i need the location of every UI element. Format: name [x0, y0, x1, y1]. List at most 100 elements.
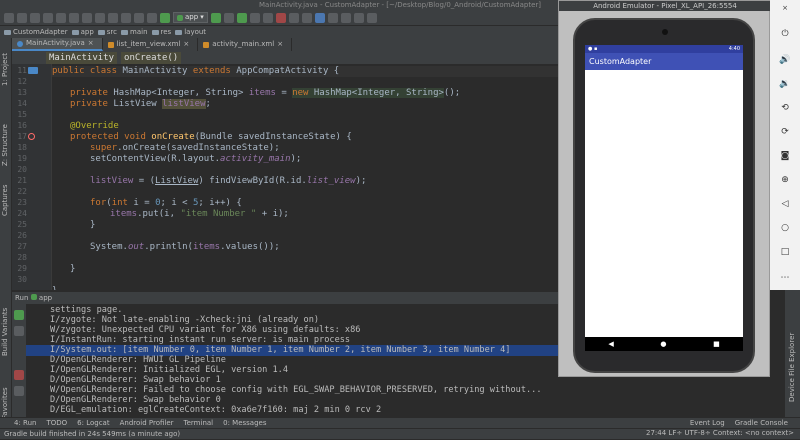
class-gutter-icon[interactable] — [28, 67, 38, 74]
rotate-left-icon[interactable]: ⟲ — [779, 102, 791, 114]
device-screen[interactable]: ● ▪ 4:40 CustomAdapter — [585, 45, 743, 337]
left-tool-strip: 1: Project Z: Structure Captures Build V… — [0, 38, 12, 429]
undo-icon[interactable] — [43, 12, 53, 23]
code-line-16: @Override — [70, 121, 119, 131]
line-number: 19 — [17, 154, 27, 163]
tab-gradle-console[interactable]: Gradle Console — [735, 419, 788, 427]
rerun-icon[interactable] — [14, 310, 24, 320]
help-icon[interactable] — [366, 12, 377, 23]
folder-icon — [121, 29, 129, 35]
home-icon[interactable]: ● — [660, 340, 666, 348]
apply-changes-icon[interactable] — [223, 12, 234, 23]
close-icon[interactable]: × — [277, 38, 283, 51]
folder-icon — [71, 29, 79, 35]
profile-icon[interactable] — [249, 12, 260, 23]
tab-list-item-view[interactable]: list_item_view.xml × — [103, 38, 199, 51]
help-icon[interactable] — [14, 386, 24, 396]
tab-run[interactable]: 4: Run — [14, 419, 36, 427]
line-number: 15 — [17, 110, 27, 119]
line-number: 28 — [17, 253, 27, 262]
search-icon[interactable] — [353, 12, 364, 23]
close-icon[interactable]: × — [779, 2, 791, 14]
close-icon[interactable]: × — [183, 38, 189, 51]
stop-icon[interactable] — [275, 12, 286, 23]
android-nav-bar: ◀ ● ■ — [585, 337, 743, 351]
save-icon[interactable] — [17, 12, 27, 23]
make-project-icon[interactable] — [160, 12, 170, 23]
tab-event-log[interactable]: Event Log — [690, 419, 725, 427]
tab-terminal[interactable]: Terminal — [184, 419, 214, 427]
open-folder-icon[interactable] — [4, 12, 14, 23]
code-line-27: System.out.println(items.values()); — [90, 242, 280, 252]
project-structure-icon[interactable] — [340, 12, 351, 23]
line-number: 20 — [17, 165, 27, 174]
close-icon[interactable]: × — [88, 37, 94, 50]
app-toolbar-title: CustomAdapter — [585, 53, 743, 70]
breadcrumb-method[interactable]: onCreate() — [121, 51, 182, 64]
console-line: D/EGL_emulation: eglCreateContext: 0xa6e… — [50, 405, 382, 415]
code-line-11: public class MainActivity extends AppCom… — [52, 66, 558, 77]
tab-messages[interactable]: 0: Messages — [223, 419, 266, 427]
stop-icon[interactable] — [14, 370, 24, 380]
back-icon[interactable] — [134, 12, 144, 23]
power-icon[interactable]: ⏻ — [779, 28, 791, 40]
cut-icon[interactable] — [69, 12, 79, 23]
scroll-to-end-icon[interactable] — [14, 326, 24, 336]
run-icon[interactable] — [210, 12, 221, 23]
redo-icon[interactable] — [56, 12, 66, 23]
zoom-icon[interactable]: ⊕ — [779, 174, 791, 186]
nav-item-project[interactable]: CustomAdapter — [4, 28, 68, 36]
copy-icon[interactable] — [82, 12, 92, 23]
tab-todo[interactable]: TODO — [46, 419, 67, 427]
structure-tool-tab[interactable]: Z: Structure — [1, 124, 9, 166]
line-number: 16 — [17, 121, 27, 130]
tab-activity-main[interactable]: activity_main.xml × — [198, 38, 293, 51]
code-editor[interactable]: public class MainActivity extends AppCom… — [52, 64, 558, 290]
rotate-right-icon[interactable]: ⟳ — [779, 126, 791, 138]
override-gutter-icon[interactable] — [28, 133, 35, 140]
nav-item-main[interactable]: main — [121, 28, 148, 36]
recents-icon[interactable]: ■ — [713, 340, 720, 348]
overview-icon[interactable]: □ — [779, 246, 791, 258]
back-icon[interactable]: ◀ — [608, 340, 613, 348]
sync-gradle-icon[interactable] — [288, 12, 299, 23]
code-line-24: items.put(i, "item Number " + i); — [110, 209, 289, 219]
device-monitor-icon[interactable] — [327, 12, 338, 23]
home-icon[interactable]: ○ — [779, 222, 791, 234]
run-config-selector[interactable]: app ▾ — [173, 12, 208, 23]
nav-item-res[interactable]: res — [151, 28, 171, 36]
sdk-manager-icon[interactable] — [314, 12, 325, 23]
avd-manager-icon[interactable] — [301, 12, 312, 23]
nav-item-src[interactable]: src — [97, 28, 117, 36]
tab-logcat[interactable]: 6: Logcat — [77, 419, 109, 427]
tab-android-profiler[interactable]: Android Profiler — [120, 419, 174, 427]
device-file-explorer-tab[interactable]: Device File Explorer — [788, 333, 796, 402]
captures-tool-tab[interactable]: Captures — [1, 185, 9, 216]
code-line-19: setContentView(R.layout.activity_main); — [90, 154, 302, 164]
back-icon[interactable]: ◁ — [779, 198, 791, 210]
nav-item-app[interactable]: app — [71, 28, 94, 36]
android-studio-window: MainActivity.java - CustomAdapter - [~/D… — [0, 0, 800, 439]
project-tool-tab[interactable]: 1: Project — [1, 53, 9, 86]
tab-main-activity[interactable]: MainActivity.java × — [12, 38, 103, 51]
paste-icon[interactable] — [95, 12, 105, 23]
replace-icon[interactable] — [121, 12, 131, 23]
screenshot-icon[interactable]: ◙ — [779, 150, 791, 162]
run-console[interactable]: settings page. I/zygote: Not late-enabli… — [26, 304, 558, 417]
sync-icon[interactable] — [30, 12, 40, 23]
volume-down-icon[interactable]: 🔉 — [779, 78, 791, 90]
line-number: 14 — [17, 99, 27, 108]
find-icon[interactable] — [108, 12, 118, 23]
debug-icon[interactable] — [236, 12, 247, 23]
breadcrumb-class[interactable]: MainActivity — [46, 51, 118, 64]
code-line-25: } — [90, 220, 96, 230]
volume-up-icon[interactable]: 🔊 — [779, 54, 791, 66]
code-line-31: } — [52, 286, 57, 290]
nav-item-layout[interactable]: layout — [175, 28, 206, 36]
forward-icon[interactable] — [147, 12, 157, 23]
build-variants-tool-tab[interactable]: Build Variants — [1, 308, 9, 356]
more-icon[interactable]: ⋯ — [779, 272, 791, 284]
folder-icon — [175, 29, 183, 35]
line-number: 12 — [17, 77, 27, 86]
attach-debugger-icon[interactable] — [262, 12, 273, 23]
